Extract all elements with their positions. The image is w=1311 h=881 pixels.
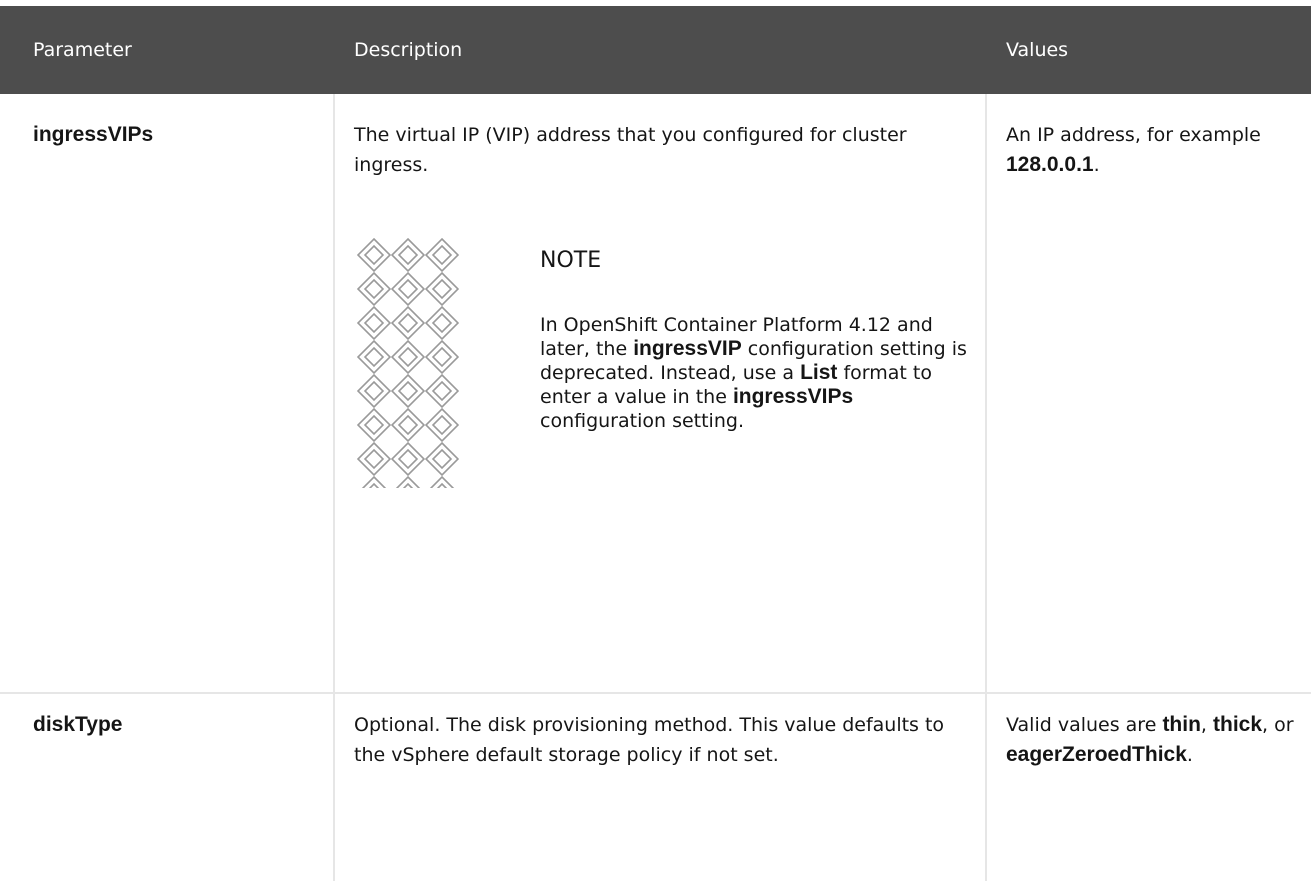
values-code-eagerzeroedthick: eagerZeroedThick (1006, 743, 1187, 766)
note-code-1: ingressVIP (633, 337, 742, 360)
values-ingressvips: An IP address, for example 128.0.0.1. (1006, 120, 1286, 180)
note-code-2: List (800, 361, 838, 384)
note-text-4: configuration setting. (540, 410, 744, 432)
parameter-table: Parameter Description Values ingressVIPs… (0, 0, 1311, 881)
values-code-thick: thick (1213, 713, 1263, 736)
values-text: Valid values are (1006, 714, 1163, 736)
values-separator: , (1200, 714, 1214, 736)
values-separator: , or (1262, 714, 1294, 736)
values-code-thin: thin (1162, 713, 1201, 736)
param-ingressvips: ingressVIPs (33, 123, 154, 146)
values-suffix: . (1093, 154, 1100, 176)
row-divider (0, 692, 1311, 694)
header-description: Description (354, 39, 463, 61)
values-text: An IP address, for example (1006, 124, 1261, 146)
table-header-row: Parameter Description Values (0, 6, 1311, 94)
note-title: NOTE (540, 248, 602, 273)
note-code-3: ingressVIPs (732, 385, 854, 408)
column-divider-1 (333, 94, 335, 881)
description-disktype: Optional. The disk provisioning method. … (354, 714, 945, 766)
note-body: In OpenShift Container Platform 4.12 and… (540, 313, 970, 433)
column-divider-2 (985, 94, 987, 881)
description-ingressvips: The virtual IP (VIP) address that you co… (354, 124, 907, 176)
header-parameter: Parameter (33, 39, 132, 61)
values-disktype: Valid values are thin, thick, or eagerZe… (1006, 710, 1296, 770)
header-values: Values (1006, 39, 1069, 61)
note-pattern-icon (357, 238, 459, 488)
values-code: 128.0.0.1 (1006, 153, 1094, 176)
values-suffix: . (1186, 744, 1193, 766)
param-disktype: diskType (33, 713, 123, 736)
